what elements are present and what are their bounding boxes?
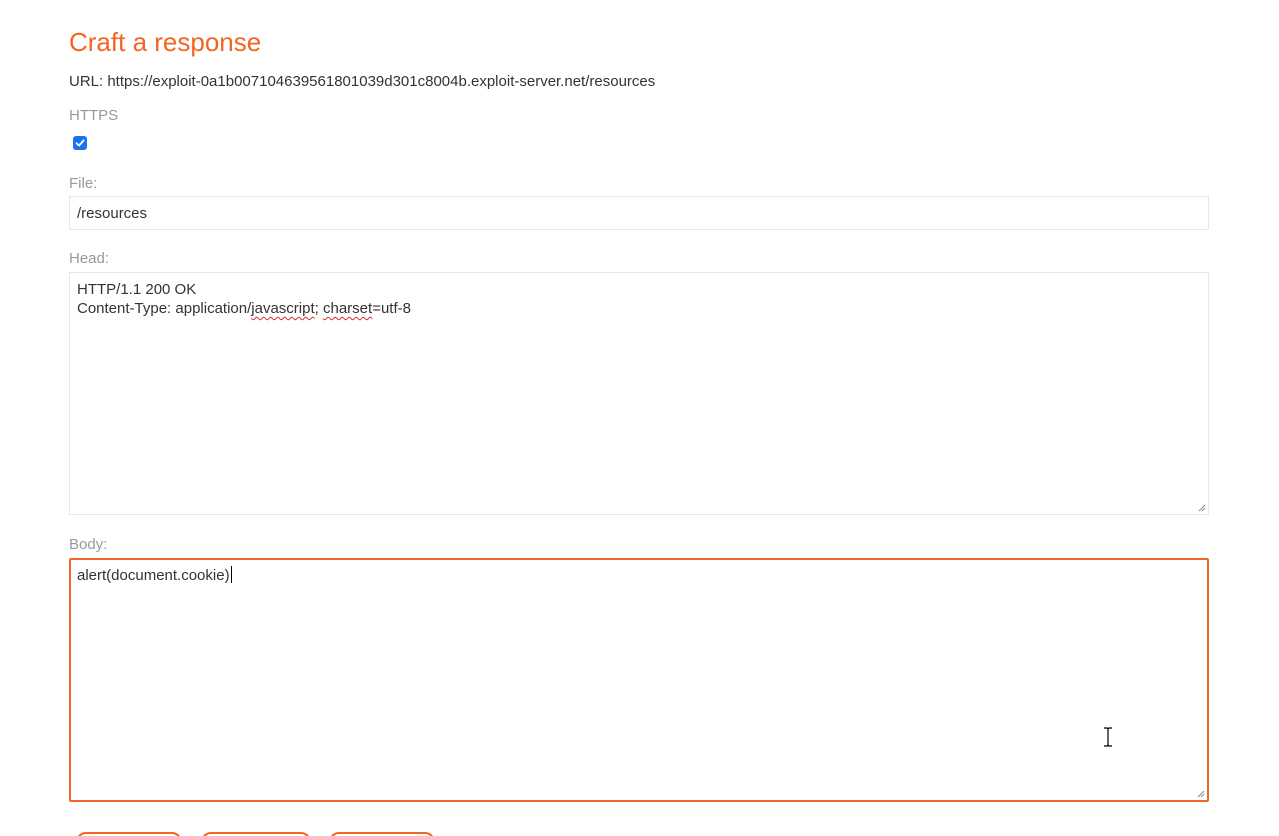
exploit-url: URL: https://exploit-0a1b007104639561801…: [69, 73, 656, 90]
body-label: Body:: [69, 536, 108, 553]
file-input[interactable]: /resources: [69, 196, 1209, 230]
resize-grip-icon[interactable]: [1195, 788, 1205, 798]
head-content-type-suffix: =utf-8: [372, 300, 411, 317]
head-textarea[interactable]: HTTP/1.1 200 OK Content-Type: applicatio…: [69, 272, 1209, 515]
store-button[interactable]: [76, 832, 182, 836]
head-label: Head:: [69, 250, 110, 267]
view-exploit-button[interactable]: [201, 832, 311, 836]
resize-grip-icon[interactable]: [1196, 502, 1206, 512]
head-content-type-separator: ;: [314, 300, 323, 317]
craft-response-page: Craft a response URL: https://exploit-0a…: [0, 0, 1279, 836]
head-content-type-line: Content-Type: application/javascript; ch…: [77, 299, 1201, 318]
page-title: Craft a response: [69, 27, 262, 57]
body-textarea[interactable]: alert(document.cookie): [69, 558, 1209, 802]
spellcheck-word-charset: charset: [322, 300, 373, 317]
head-content-type-prefix: Content-Type: application/: [77, 300, 252, 317]
https-label: HTTPS: [69, 107, 119, 124]
https-checkbox[interactable]: [73, 136, 87, 150]
file-label: File:: [69, 175, 98, 192]
deliver-exploit-button[interactable]: [329, 832, 435, 836]
file-input-value: /resources: [77, 205, 148, 222]
spellcheck-word-javascript: javascript: [251, 300, 315, 317]
body-text-value: alert(document.cookie): [77, 567, 230, 584]
checkmark-icon: [75, 139, 85, 147]
head-status-line: HTTP/1.1 200 OK: [77, 281, 197, 298]
text-caret: [230, 566, 232, 583]
ibeam-cursor-icon: [1104, 727, 1112, 747]
body-text-line: alert(document.cookie): [77, 566, 1201, 585]
